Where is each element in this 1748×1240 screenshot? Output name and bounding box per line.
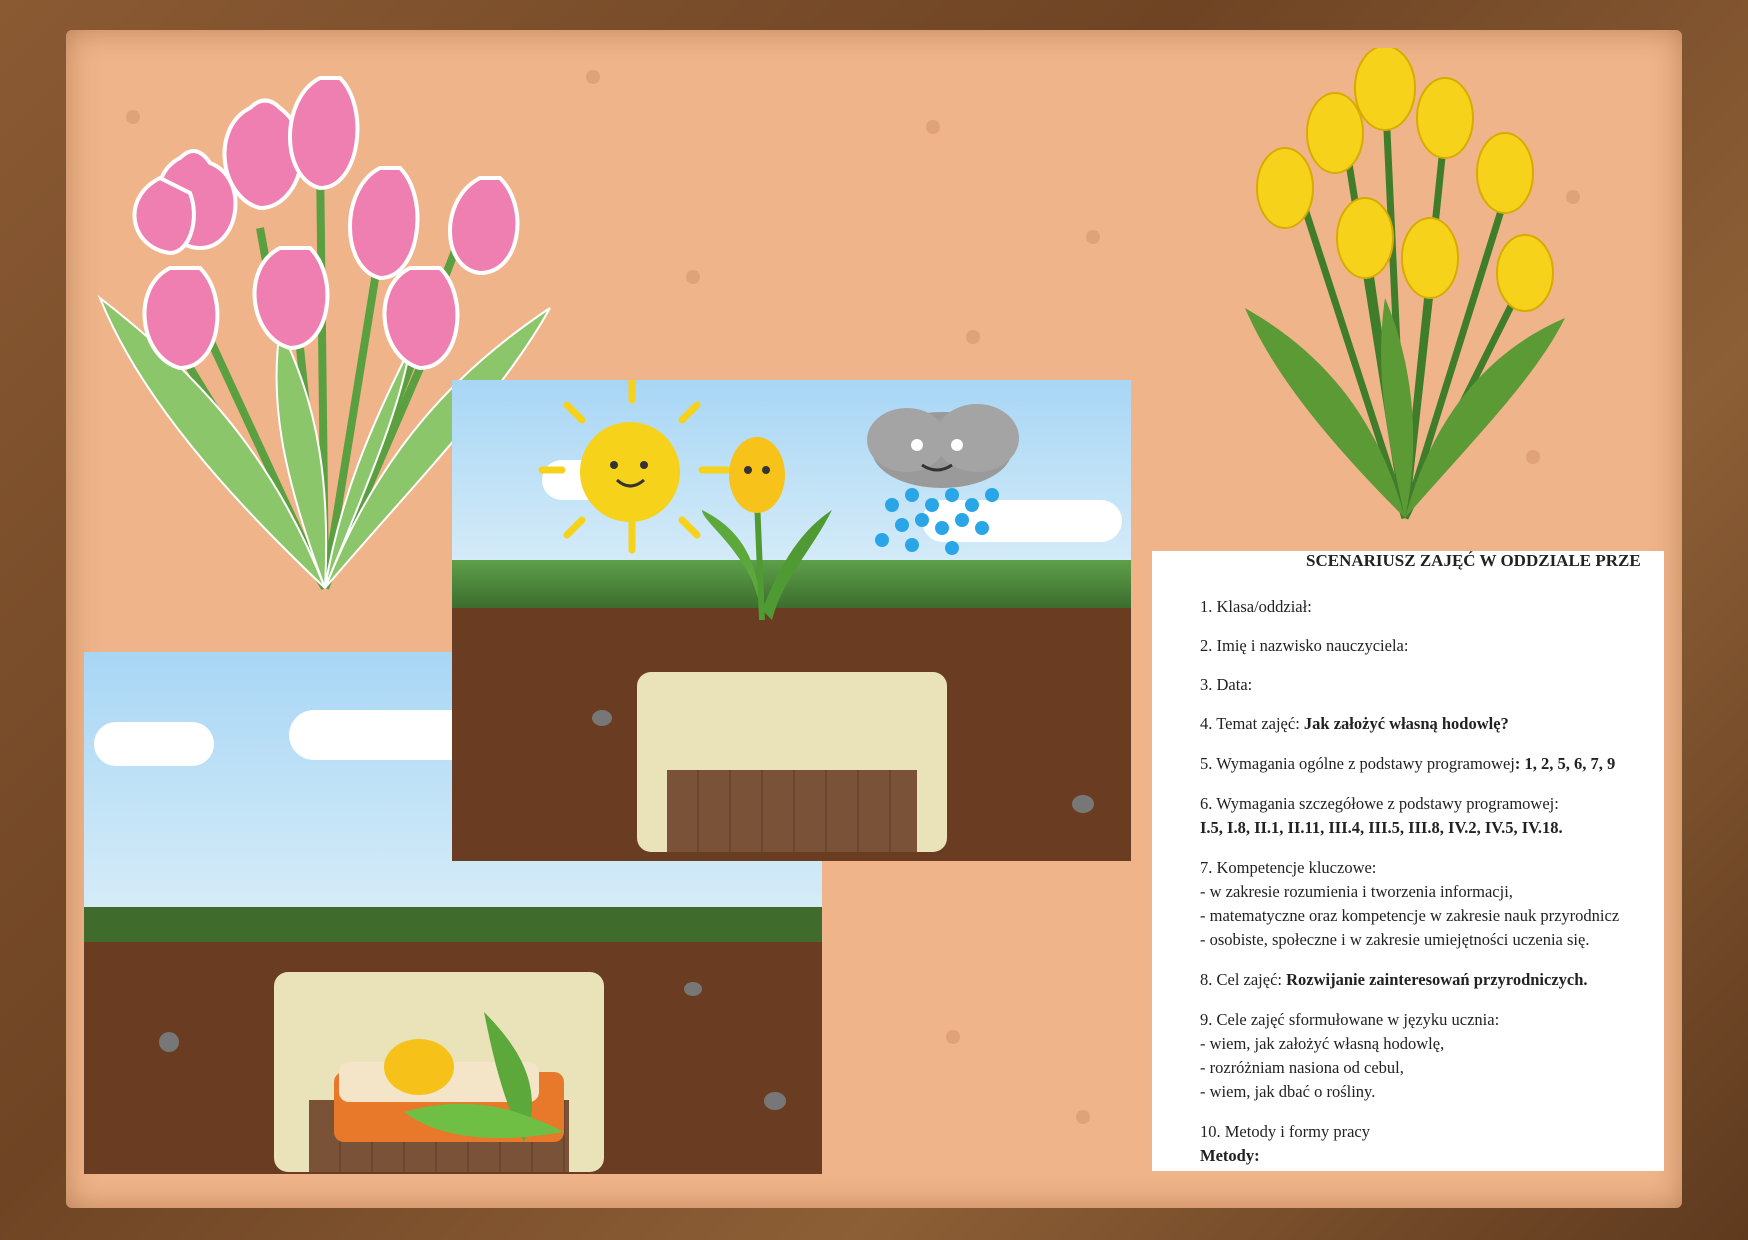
lesson-plan-document: SCENARIUSZ ZAJĘĆ W ODDZIALE PRZE 1. Klas… (1152, 551, 1664, 1171)
item-competences: 7. Kompetencje kluczowe: (1200, 858, 1377, 877)
item-general-requirements: 5. Wymagania ogólne z podstawy programow… (1200, 754, 1616, 773)
student-goal-line: - wiem, jak dbać o rośliny. (1200, 1082, 1376, 1101)
competence-line: - matematyczne oraz kompetencje w zakres… (1200, 906, 1620, 925)
rain-cloud-icon (867, 404, 1019, 555)
item-topic: 4. Temat zajęć: Jak założyć własną hodow… (1200, 714, 1509, 733)
item-methods: 10. Metody i formy pracy (1200, 1122, 1371, 1141)
yellow-tulip-bouquet (1245, 48, 1565, 520)
student-goal-line: - rozróżniam nasiona od cebul, (1200, 1058, 1404, 1077)
competence-line: - w zakresie rozumienia i tworzenia info… (1200, 882, 1513, 901)
item-methods-heading: Metody: (1200, 1146, 1260, 1165)
item-detailed-requirements-value: I.5, I.8, II.1, II.11, III.4, III.5, III… (1200, 818, 1563, 837)
item-date: 3. Data: (1200, 675, 1253, 694)
document-title: SCENARIUSZ ZAJĘĆ W ODDZIALE PRZE (1306, 551, 1641, 570)
scene-sun-rain-tulip (452, 380, 1131, 861)
bed-with-tulip (334, 1012, 564, 1142)
item-teacher: 2. Imię i nazwisko nauczyciela: (1200, 636, 1409, 655)
sky-characters (538, 380, 1019, 620)
item-student-goals: 9. Cele zajęć sformułowane w języku uczn… (1200, 1010, 1500, 1029)
competence-line: - osobiste, społeczne i w zakresie umiej… (1200, 930, 1590, 949)
item-class: 1. Klasa/oddział: (1200, 597, 1312, 616)
item-detailed-requirements: 6. Wymagania szczegółowe z podstawy prog… (1200, 794, 1559, 813)
student-goal-line: - wiem, jak założyć własną hodowlę, (1200, 1034, 1445, 1053)
tulip-character-icon (702, 437, 832, 620)
item-goal: 8. Cel zajęć: Rozwijanie zainteresowań p… (1200, 970, 1588, 989)
